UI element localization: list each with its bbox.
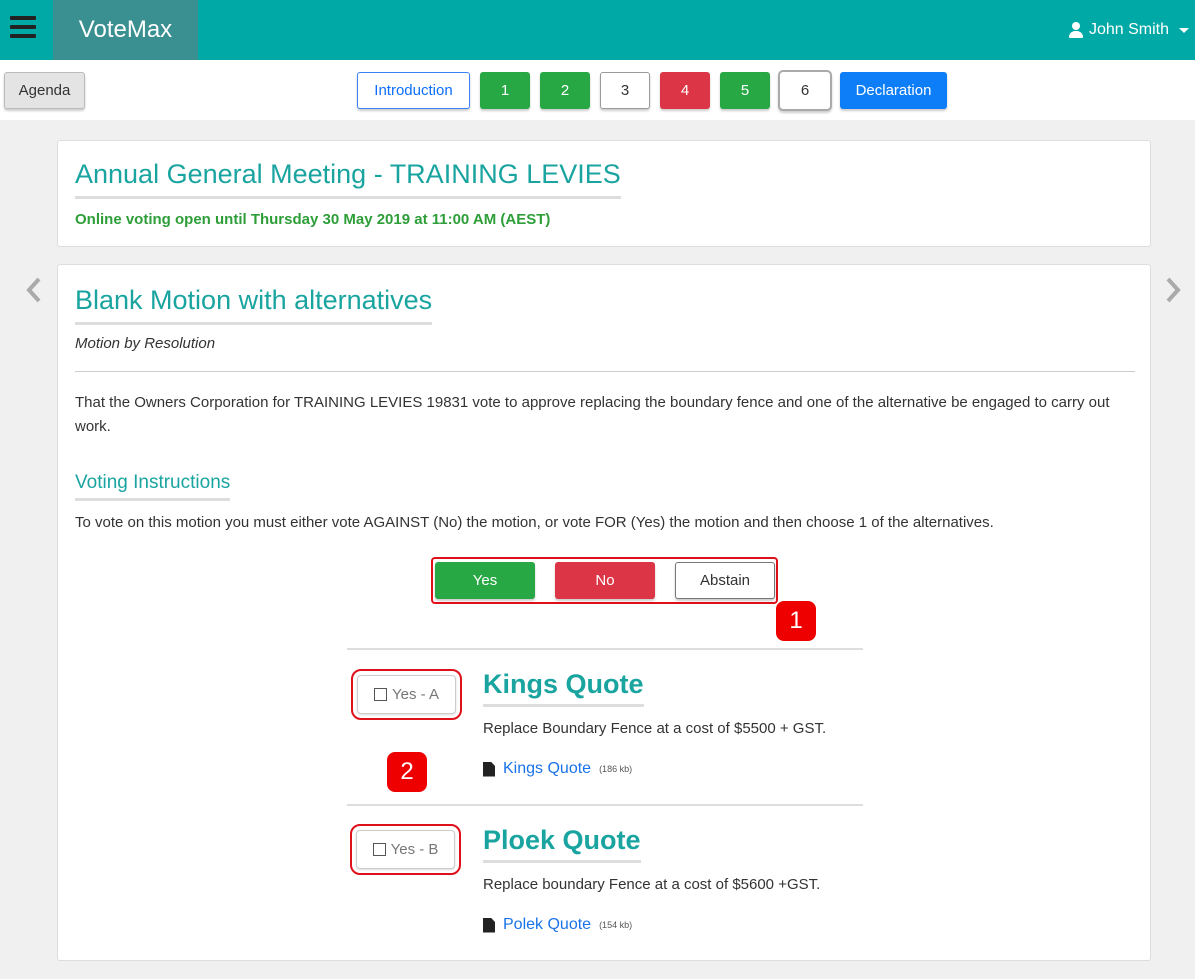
alternative-b-check-label: Yes - B [390,841,439,858]
user-name: John Smith [1088,21,1169,38]
vote-yes-button[interactable]: Yes [435,562,535,599]
hamburger-icon[interactable] [10,16,36,42]
chevron-left-icon[interactable] [24,276,44,304]
alternative-a-file-link[interactable]: Kings Quote [503,760,591,778]
meeting-title: Annual General Meeting - TRAINING LEVIES [75,159,621,199]
divider [347,648,863,650]
step-4[interactable]: 4 [660,72,710,109]
motion-text: That the Owners Corporation for TRAINING… [75,394,1110,435]
voting-instructions-heading: Voting Instructions [75,472,231,501]
alternative-a-title: Kings Quote [483,669,644,707]
alternative-a-file: Kings Quote (186 kb) [483,760,632,778]
voting-instructions-text: To vote on this motion you must either v… [75,514,994,531]
vote-abstain-button[interactable]: Abstain [675,562,775,599]
alternative-a-description: Replace Boundary Fence at a cost of $550… [483,720,827,737]
alternative-a-checkbox[interactable]: Yes - A [357,675,456,714]
document-icon [483,761,495,777]
caret-down-icon [1179,27,1189,33]
alternative-b-file-link[interactable]: Polek Quote [503,916,591,934]
vote-no-button[interactable]: No [555,562,655,599]
top-bar: VoteMax John Smith [0,0,1195,60]
motion-type: Motion by Resolution [75,335,216,352]
alternative-a-check-label: Yes - A [392,686,439,703]
alternative-b-title: Ploek Quote [483,825,641,863]
brand-logo[interactable]: VoteMax [53,0,198,60]
checkbox-icon [374,688,387,701]
alternative-b-checkbox[interactable]: Yes - B [356,830,455,869]
alternative-b-highlight: Yes - B [350,824,461,875]
user-icon [1068,22,1083,38]
annotation-badge-1: 1 [776,601,816,641]
step-declaration[interactable]: Declaration [840,72,947,109]
divider [347,804,863,806]
step-1[interactable]: 1 [480,72,530,109]
step-5[interactable]: 5 [720,72,770,109]
step-introduction[interactable]: Introduction [357,72,470,109]
motion-title: Blank Motion with alternatives [75,285,433,325]
chevron-right-icon[interactable] [1163,276,1183,304]
alternative-a-file-size: (186 kb) [599,764,633,774]
motion-nav: Agenda Introduction 1 2 3 4 5 6 Declarat… [0,60,1195,120]
divider [75,371,1135,372]
meeting-card: Annual General Meeting - TRAINING LEVIES… [57,140,1151,247]
alternative-b-description: Replace boundary Fence at a cost of $560… [483,876,821,893]
alternative-a-highlight: Yes - A [351,669,462,720]
step-3[interactable]: 3 [600,72,650,109]
voting-status: Online voting open until Thursday 30 May… [75,211,551,228]
annotation-badge-2: 2 [387,752,427,792]
step-2[interactable]: 2 [540,72,590,109]
alternative-b-file-size: (154 kb) [599,920,633,930]
alternative-b-file: Polek Quote (154 kb) [483,916,632,934]
vote-options-highlight: Yes No Abstain [431,557,778,604]
step-6[interactable]: 6 [778,70,832,111]
checkbox-icon [372,843,386,856]
motion-card: Blank Motion with alternatives Motion by… [57,264,1151,961]
user-menu[interactable]: John Smith [1068,0,1189,60]
document-icon [483,917,495,933]
agenda-button[interactable]: Agenda [4,72,85,109]
